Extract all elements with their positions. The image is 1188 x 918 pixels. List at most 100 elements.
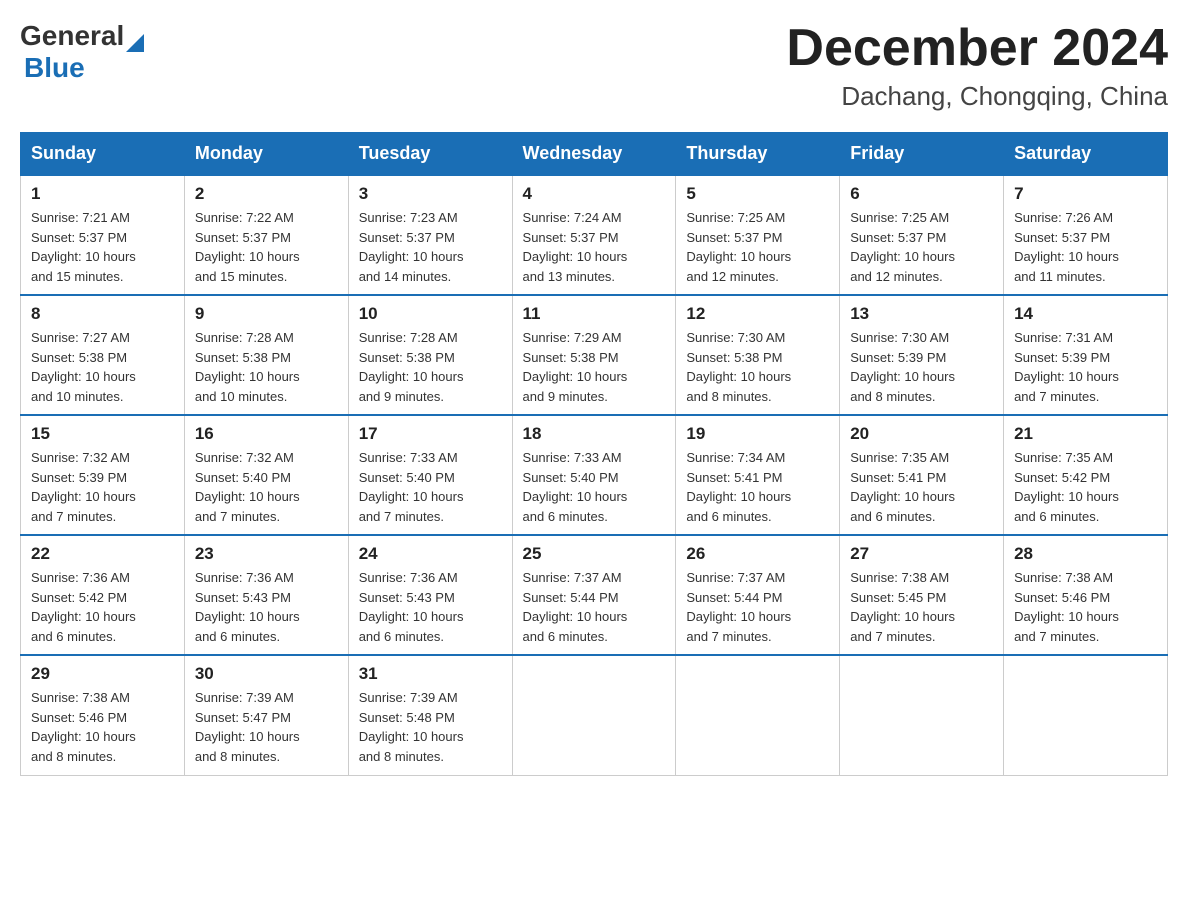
header-row: SundayMondayTuesdayWednesdayThursdayFrid… bbox=[21, 133, 1168, 176]
week-row-4: 22Sunrise: 7:36 AMSunset: 5:42 PMDayligh… bbox=[21, 535, 1168, 655]
page-header: General Blue December 2024 Dachang, Chon… bbox=[20, 20, 1168, 112]
day-info: Sunrise: 7:35 AMSunset: 5:42 PMDaylight:… bbox=[1014, 448, 1157, 526]
header-day-saturday: Saturday bbox=[1004, 133, 1168, 176]
day-info: Sunrise: 7:25 AMSunset: 5:37 PMDaylight:… bbox=[686, 208, 829, 286]
day-info: Sunrise: 7:36 AMSunset: 5:43 PMDaylight:… bbox=[359, 568, 502, 646]
day-info: Sunrise: 7:32 AMSunset: 5:39 PMDaylight:… bbox=[31, 448, 174, 526]
day-cell-17: 17 Sunrise: 7:33 AMSunset: 5:40 PMDayligh… bbox=[348, 415, 512, 535]
day-number: 12 bbox=[686, 304, 829, 324]
day-info: Sunrise: 7:37 AMSunset: 5:44 PMDaylight:… bbox=[523, 568, 666, 646]
day-info: Sunrise: 7:32 AMSunset: 5:40 PMDaylight:… bbox=[195, 448, 338, 526]
day-info: Sunrise: 7:26 AMSunset: 5:37 PMDaylight:… bbox=[1014, 208, 1157, 286]
day-number: 10 bbox=[359, 304, 502, 324]
day-cell-1: 1Sunrise: 7:21 AMSunset: 5:37 PMDaylight… bbox=[21, 175, 185, 295]
day-info: Sunrise: 7:28 AMSunset: 5:38 PMDaylight:… bbox=[359, 328, 502, 406]
day-info: Sunrise: 7:29 AMSunset: 5:38 PMDaylight:… bbox=[523, 328, 666, 406]
day-cell-27: 27Sunrise: 7:38 AMSunset: 5:45 PMDayligh… bbox=[840, 535, 1004, 655]
day-number: 15 bbox=[31, 424, 174, 444]
day-number: 17 bbox=[359, 424, 502, 444]
day-number: 19 bbox=[686, 424, 829, 444]
day-cell-11: 11 Sunrise: 7:29 AMSunset: 5:38 PMDayligh… bbox=[512, 295, 676, 415]
day-number: 14 bbox=[1014, 304, 1157, 324]
day-cell-8: 8 Sunrise: 7:27 AMSunset: 5:38 PMDaylight… bbox=[21, 295, 185, 415]
day-number: 21 bbox=[1014, 424, 1157, 444]
day-number: 4 bbox=[523, 184, 666, 204]
day-number: 26 bbox=[686, 544, 829, 564]
logo-blue-text: Blue bbox=[24, 52, 85, 83]
day-cell-30: 30 Sunrise: 7:39 AMSunset: 5:47 PMDayligh… bbox=[184, 655, 348, 775]
day-number: 24 bbox=[359, 544, 502, 564]
header-day-sunday: Sunday bbox=[21, 133, 185, 176]
day-info: Sunrise: 7:38 AMSunset: 5:45 PMDaylight:… bbox=[850, 568, 993, 646]
day-info: Sunrise: 7:38 AMSunset: 5:46 PMDaylight:… bbox=[31, 688, 174, 766]
day-number: 6 bbox=[850, 184, 993, 204]
day-cell-23: 23 Sunrise: 7:36 AMSunset: 5:43 PMDayligh… bbox=[184, 535, 348, 655]
day-number: 13 bbox=[850, 304, 993, 324]
day-info: Sunrise: 7:33 AMSunset: 5:40 PMDaylight:… bbox=[359, 448, 502, 526]
day-info: Sunrise: 7:30 AMSunset: 5:38 PMDaylight:… bbox=[686, 328, 829, 406]
day-info: Sunrise: 7:38 AMSunset: 5:46 PMDaylight:… bbox=[1014, 568, 1157, 646]
week-row-3: 15 Sunrise: 7:32 AMSunset: 5:39 PMDayligh… bbox=[21, 415, 1168, 535]
header-day-tuesday: Tuesday bbox=[348, 133, 512, 176]
day-info: Sunrise: 7:27 AMSunset: 5:38 PMDaylight:… bbox=[31, 328, 174, 406]
day-info: Sunrise: 7:22 AMSunset: 5:37 PMDaylight:… bbox=[195, 208, 338, 286]
day-info: Sunrise: 7:31 AMSunset: 5:39 PMDaylight:… bbox=[1014, 328, 1157, 406]
day-cell-14: 14 Sunrise: 7:31 AMSunset: 5:39 PMDayligh… bbox=[1004, 295, 1168, 415]
day-cell-13: 13Sunrise: 7:30 AMSunset: 5:39 PMDayligh… bbox=[840, 295, 1004, 415]
day-cell-2: 2Sunrise: 7:22 AMSunset: 5:37 PMDaylight… bbox=[184, 175, 348, 295]
day-info: Sunrise: 7:36 AMSunset: 5:43 PMDaylight:… bbox=[195, 568, 338, 646]
day-cell-22: 22Sunrise: 7:36 AMSunset: 5:42 PMDayligh… bbox=[21, 535, 185, 655]
day-number: 11 bbox=[523, 304, 666, 324]
day-cell-31: 31Sunrise: 7:39 AMSunset: 5:48 PMDayligh… bbox=[348, 655, 512, 775]
logo-triangle-icon bbox=[126, 34, 144, 52]
day-cell-25: 25 Sunrise: 7:37 AMSunset: 5:44 PMDayligh… bbox=[512, 535, 676, 655]
header-day-friday: Friday bbox=[840, 133, 1004, 176]
day-number: 23 bbox=[195, 544, 338, 564]
day-info: Sunrise: 7:37 AMSunset: 5:44 PMDaylight:… bbox=[686, 568, 829, 646]
day-number: 22 bbox=[31, 544, 174, 564]
day-cell-19: 19Sunrise: 7:34 AMSunset: 5:41 PMDayligh… bbox=[676, 415, 840, 535]
week-row-1: 1Sunrise: 7:21 AMSunset: 5:37 PMDaylight… bbox=[21, 175, 1168, 295]
empty-cell bbox=[1004, 655, 1168, 775]
day-number: 28 bbox=[1014, 544, 1157, 564]
day-info: Sunrise: 7:33 AMSunset: 5:40 PMDaylight:… bbox=[523, 448, 666, 526]
day-cell-18: 18 Sunrise: 7:33 AMSunset: 5:40 PMDayligh… bbox=[512, 415, 676, 535]
week-row-2: 8 Sunrise: 7:27 AMSunset: 5:38 PMDaylight… bbox=[21, 295, 1168, 415]
empty-cell bbox=[512, 655, 676, 775]
day-number: 8 bbox=[31, 304, 174, 324]
day-number: 31 bbox=[359, 664, 502, 684]
day-cell-5: 5 Sunrise: 7:25 AMSunset: 5:37 PMDaylight… bbox=[676, 175, 840, 295]
day-info: Sunrise: 7:25 AMSunset: 5:37 PMDaylight:… bbox=[850, 208, 993, 286]
empty-cell bbox=[676, 655, 840, 775]
day-cell-15: 15 Sunrise: 7:32 AMSunset: 5:39 PMDayligh… bbox=[21, 415, 185, 535]
day-cell-24: 24 Sunrise: 7:36 AMSunset: 5:43 PMDayligh… bbox=[348, 535, 512, 655]
empty-cell bbox=[840, 655, 1004, 775]
day-number: 18 bbox=[523, 424, 666, 444]
title-block: December 2024 Dachang, Chongqing, China bbox=[786, 20, 1168, 112]
header-day-thursday: Thursday bbox=[676, 133, 840, 176]
day-cell-10: 10 Sunrise: 7:28 AMSunset: 5:38 PMDayligh… bbox=[348, 295, 512, 415]
day-number: 1 bbox=[31, 184, 174, 204]
day-cell-21: 21 Sunrise: 7:35 AMSunset: 5:42 PMDayligh… bbox=[1004, 415, 1168, 535]
day-cell-26: 26 Sunrise: 7:37 AMSunset: 5:44 PMDayligh… bbox=[676, 535, 840, 655]
day-number: 7 bbox=[1014, 184, 1157, 204]
day-number: 16 bbox=[195, 424, 338, 444]
day-cell-20: 20Sunrise: 7:35 AMSunset: 5:41 PMDayligh… bbox=[840, 415, 1004, 535]
week-row-5: 29Sunrise: 7:38 AMSunset: 5:46 PMDayligh… bbox=[21, 655, 1168, 775]
header-day-monday: Monday bbox=[184, 133, 348, 176]
day-number: 5 bbox=[686, 184, 829, 204]
day-cell-9: 9 Sunrise: 7:28 AMSunset: 5:38 PMDaylight… bbox=[184, 295, 348, 415]
month-title: December 2024 bbox=[786, 20, 1168, 77]
day-number: 25 bbox=[523, 544, 666, 564]
logo: General Blue bbox=[20, 20, 144, 84]
day-info: Sunrise: 7:39 AMSunset: 5:47 PMDaylight:… bbox=[195, 688, 338, 766]
header-day-wednesday: Wednesday bbox=[512, 133, 676, 176]
day-cell-16: 16 Sunrise: 7:32 AMSunset: 5:40 PMDayligh… bbox=[184, 415, 348, 535]
day-number: 30 bbox=[195, 664, 338, 684]
day-number: 9 bbox=[195, 304, 338, 324]
day-cell-4: 4 Sunrise: 7:24 AMSunset: 5:37 PMDaylight… bbox=[512, 175, 676, 295]
day-info: Sunrise: 7:24 AMSunset: 5:37 PMDaylight:… bbox=[523, 208, 666, 286]
day-info: Sunrise: 7:23 AMSunset: 5:37 PMDaylight:… bbox=[359, 208, 502, 286]
day-info: Sunrise: 7:28 AMSunset: 5:38 PMDaylight:… bbox=[195, 328, 338, 406]
day-cell-12: 12 Sunrise: 7:30 AMSunset: 5:38 PMDayligh… bbox=[676, 295, 840, 415]
